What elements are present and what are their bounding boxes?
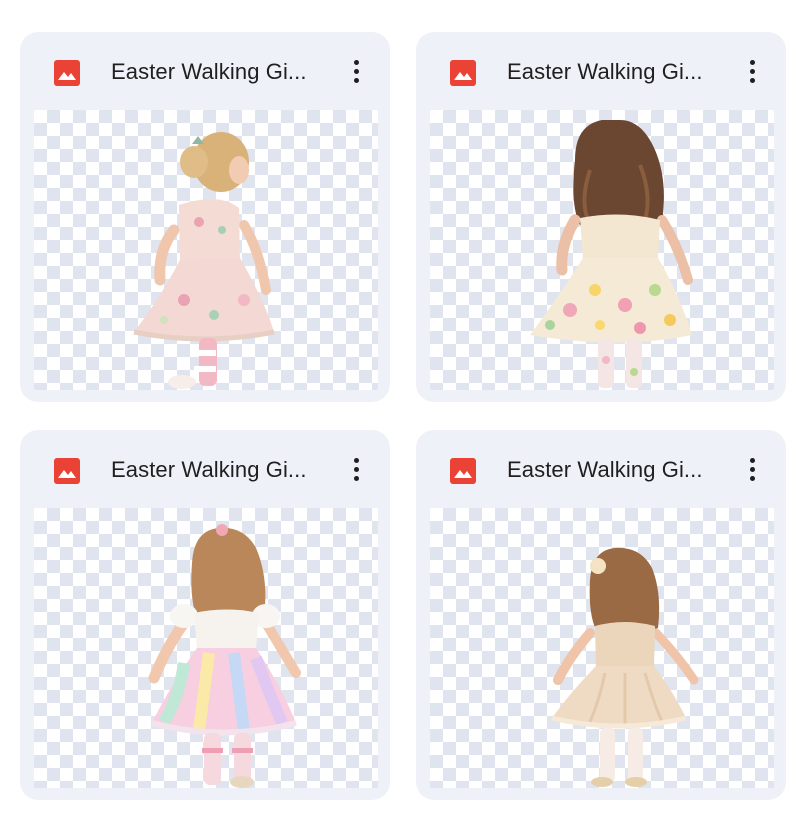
image-file-icon [54,60,80,86]
more-options-icon[interactable] [738,54,766,88]
image-file-icon [54,458,80,484]
girl-walking-image [148,524,301,788]
file-card-header: Easter Walking Gi... [20,430,390,508]
file-card[interactable]: Easter Walking Gi... [20,32,390,402]
image-thumbnail[interactable] [34,508,378,788]
file-card[interactable]: Easter Walking Gi... [20,430,390,800]
image-file-icon [450,60,476,86]
image-file-icon [450,458,476,484]
file-card[interactable]: Easter Walking Gi... [416,32,786,402]
file-title: Easter Walking Gi... [507,59,703,84]
file-card-header: Easter Walking Gi... [20,32,390,110]
file-card[interactable]: Easter Walking Gi... [416,430,786,800]
more-options-icon[interactable] [342,54,370,88]
girl-walking-image [551,547,699,787]
more-options-icon[interactable] [738,452,766,486]
file-title: Easter Walking Gi... [111,59,307,84]
file-card-header: Easter Walking Gi... [416,430,786,508]
image-thumbnail[interactable] [430,110,774,390]
girl-walking-image [133,132,275,389]
girl-walking-image [530,120,693,388]
file-title: Easter Walking Gi... [111,457,307,482]
more-options-icon[interactable] [342,452,370,486]
image-thumbnail[interactable] [430,508,774,788]
file-title: Easter Walking Gi... [507,457,703,482]
file-card-header: Easter Walking Gi... [416,32,786,110]
image-thumbnail[interactable] [34,110,378,390]
